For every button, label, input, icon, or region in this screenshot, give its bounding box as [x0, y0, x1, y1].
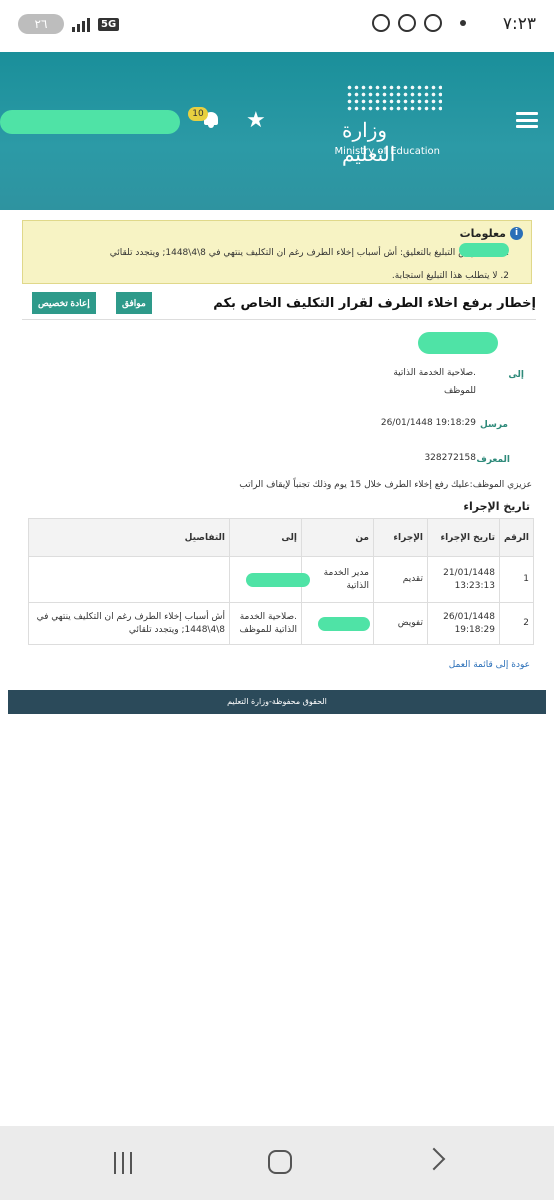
info-box: i معلومات 1. ... بتفويض التبليغ بالتعليق… [22, 220, 532, 284]
home-icon[interactable] [268, 1150, 292, 1174]
chat-icon [398, 14, 416, 32]
sent-value: 26/01/1448 19:18:29 [380, 418, 476, 428]
whatsapp-icon [424, 14, 442, 32]
col-details: التفاصيل [28, 518, 230, 557]
info-icon: i [510, 227, 523, 240]
reassign-button[interactable]: إعادة تخصيص [32, 292, 96, 314]
cell-action: تقديم [372, 556, 428, 603]
menu-icon[interactable] [516, 112, 538, 128]
network-type: 5G [98, 17, 120, 31]
info-title: i معلومات [460, 227, 523, 240]
employee-message: عزيزي الموظف:عليك رفع إخلاء الطرف خلال 1… [239, 480, 532, 490]
android-nav-bar [0, 1126, 554, 1200]
status-app-icons [372, 14, 466, 32]
col-action: الإجراء [372, 518, 428, 557]
table-row: 1 21/01/1448 13:23:13 تقديم مدير الخدمة … [28, 556, 535, 603]
history-table: الرقم تاريخ الإجراء الإجراء من إلى التفا… [28, 518, 535, 645]
logo-arabic-text: وزارة التعليم [342, 118, 396, 166]
cell-number: 2 [498, 602, 535, 645]
id-value: 328272158 [424, 453, 476, 463]
col-from: من [300, 518, 374, 557]
page-title: إخطار برفع اخلاء الطرف لقرار التكليف الخ… [213, 296, 536, 311]
signal-icon [72, 16, 90, 32]
notification-count-badge: 10 [188, 107, 208, 121]
title-row: إخطار برفع اخلاء الطرف لقرار التكليف الخ… [22, 290, 536, 320]
battery-indicator: ٢٦ [18, 14, 64, 34]
notification-page: i معلومات 1. ... بتفويض التبليغ بالتعليق… [8, 210, 546, 714]
logo-english-text: Ministry of Education [334, 146, 440, 157]
history-title: تاريخ الإجراء [463, 500, 530, 513]
to-label: إلى [508, 370, 524, 380]
history-header-row: الرقم تاريخ الإجراء الإجراء من إلى التفا… [28, 518, 535, 557]
col-number: الرقم [498, 518, 535, 557]
recents-icon[interactable] [114, 1152, 132, 1174]
cell-to [228, 556, 310, 603]
redacted-recipient [245, 573, 310, 587]
missed-call-icon [372, 14, 390, 32]
favorites-star-icon[interactable]: ★ [246, 108, 266, 133]
page-footer: الحقوق محفوظة-وزارة التعليم [8, 690, 546, 714]
ministry-logo: وزارة التعليم Ministry of Education [335, 82, 442, 166]
info-line-2: 2. لا يتطلب هذا التبليغ استجابة. [391, 271, 509, 281]
app-header: وزارة التعليم Ministry of Education ★ 10 [0, 52, 554, 210]
col-to: إلى [228, 518, 302, 557]
status-time: ٧:٢٣ [502, 14, 536, 34]
back-icon[interactable] [422, 1147, 446, 1171]
redacted-name-info [459, 243, 509, 257]
to-value-line2: للموظف [443, 386, 476, 396]
sent-label: مرسل [479, 420, 508, 430]
cell-to: .صلاحية الخدمة الذاتية للموظف [228, 602, 302, 645]
redacted-sender-row [317, 617, 370, 631]
info-line-1: 1. ... بتفويض التبليغ بالتعليق: أش أسباب… [109, 248, 509, 258]
back-to-worklist-link[interactable]: عودة إلى قائمة العمل [449, 660, 530, 670]
redacted-username [0, 110, 180, 134]
cell-from: مدير الخدمة الذاتية [300, 556, 374, 603]
cell-number: 1 [498, 556, 535, 603]
status-left-group: ٢٦ 5G [18, 14, 120, 34]
to-value-line1: .صلاحية الخدمة الذاتية [393, 368, 476, 378]
logo-dots-icon [346, 84, 442, 112]
id-label: المعرف [476, 455, 510, 465]
cell-details [28, 556, 230, 603]
approve-button[interactable]: موافق [116, 292, 152, 314]
table-row: 2 26/01/1448 19:18:29 تفويض .صلاحية الخد… [28, 602, 535, 645]
cell-from [300, 602, 374, 645]
status-bar: ٢٦ 5G ٧:٢٣ [0, 0, 554, 52]
notification-dot-icon [460, 20, 466, 26]
cell-details: أش أسباب إخلاء الطرف رغم ان التكليف ينته… [28, 602, 230, 645]
cell-action: تفويض [372, 602, 428, 645]
redacted-sender [418, 332, 498, 354]
cell-date: 26/01/1448 19:18:29 [426, 602, 500, 645]
cell-date: 21/01/1448 13:23:13 [426, 556, 500, 603]
col-date: تاريخ الإجراء [426, 518, 500, 557]
